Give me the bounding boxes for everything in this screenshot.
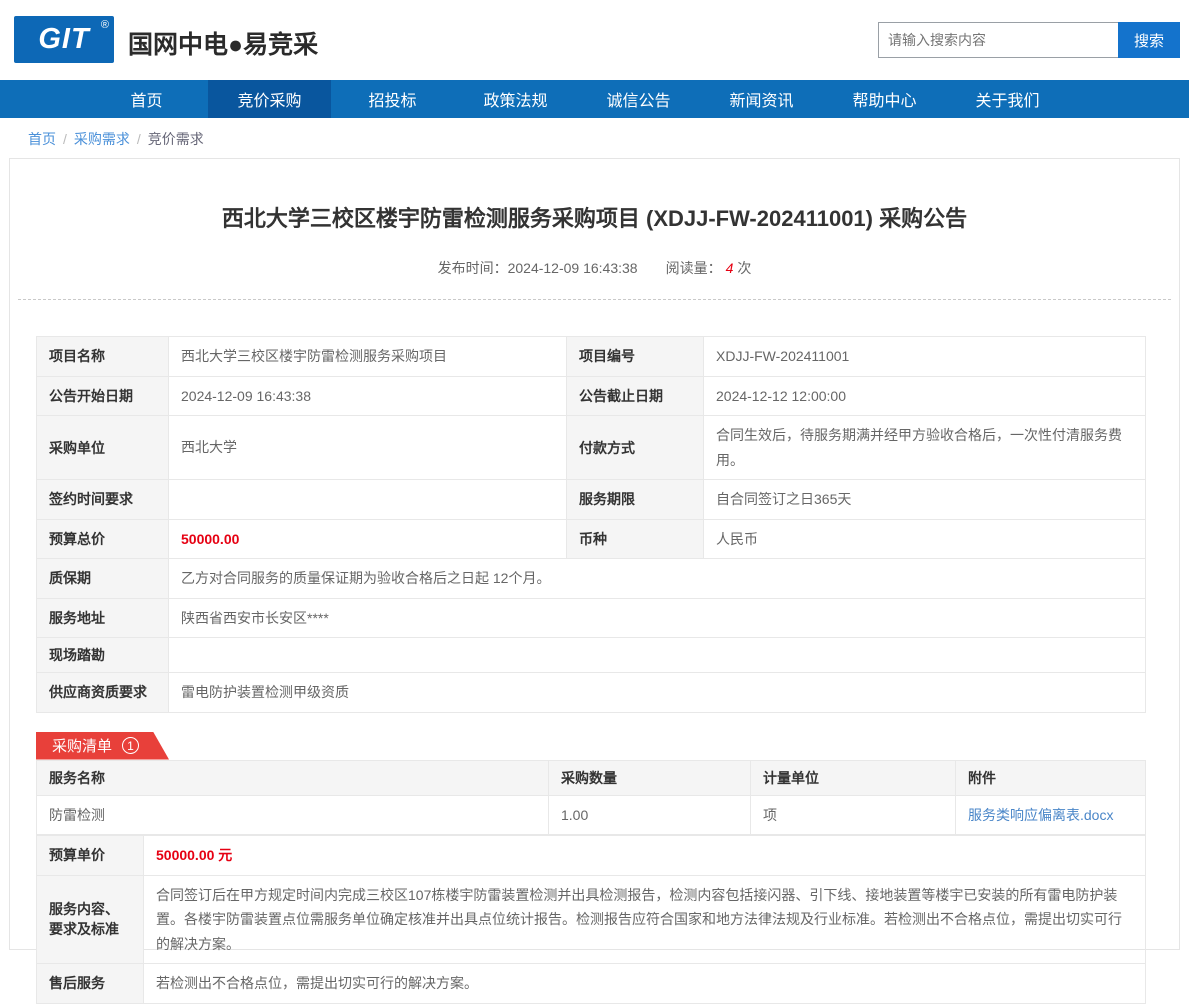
breadcrumb: 首页 / 采购需求 / 竞价需求 <box>0 118 1189 158</box>
field-value <box>169 480 567 520</box>
table-row: 现场踏勘 <box>37 638 1146 673</box>
field-label: 预算单价 <box>37 836 144 876</box>
table-row: 公告开始日期 2024-12-09 16:43:38 公告截止日期 2024-1… <box>37 376 1146 416</box>
table-row: 防雷检测 1.00 项 服务类响应偏离表.docx <box>37 795 1146 835</box>
nav-item-news[interactable]: 新闻资讯 <box>700 80 823 118</box>
purchase-list-ribbon: 采购清单 1 <box>36 732 169 760</box>
field-value: 雷电防护装置检测甲级资质 <box>169 673 1146 713</box>
search-bar: 搜索 <box>878 22 1180 58</box>
field-label: 项目名称 <box>37 337 169 377</box>
field-label: 售后服务 <box>37 964 144 1004</box>
field-label: 服务期限 <box>567 480 704 520</box>
table-row: 签约时间要求 服务期限 自合同签订之日365天 <box>37 480 1146 520</box>
site-header: GIT ® 国网中电●易竞采 搜索 <box>0 0 1189 80</box>
dashed-divider <box>18 299 1171 300</box>
table-row: 预算总价 50000.00 币种 人民币 <box>37 519 1146 559</box>
column-header-quantity: 采购数量 <box>549 760 751 795</box>
field-value: 西北大学三校区楼宇防雷检测服务采购项目 <box>169 337 567 377</box>
table-row: 服务地址 陕西省西安市长安区**** <box>37 598 1146 638</box>
notice-card: 西北大学三校区楼宇防雷检测服务采购项目 (XDJJ-FW-202411001) … <box>9 158 1180 950</box>
nav-item-policy[interactable]: 政策法规 <box>454 80 577 118</box>
views-unit: 次 <box>737 260 751 276</box>
nav-item-tender[interactable]: 招投标 <box>331 80 454 118</box>
views-label: 阅读量： <box>666 260 722 276</box>
field-label: 质保期 <box>37 559 169 599</box>
breadcrumb-separator: / <box>63 131 67 147</box>
table-row: 服务内容、要求及标准 合同签订后在甲方规定时间内完成三校区107栋楼宇防雷装置检… <box>37 875 1146 964</box>
table-header-row: 服务名称 采购数量 计量单位 附件 <box>37 760 1146 795</box>
field-value: 乙方对合同服务的质量保证期为验收合格后之日起 12个月。 <box>169 559 1146 599</box>
nav-item-bidding-purchase[interactable]: 竞价采购 <box>208 80 331 118</box>
field-label: 服务内容、要求及标准 <box>37 875 144 964</box>
item-service-name: 防雷检测 <box>37 795 549 835</box>
table-row: 采购单位 西北大学 付款方式 合同生效后，待服务期满并经甲方验收合格后，一次性付… <box>37 416 1146 480</box>
ribbon-count-badge: 1 <box>122 737 139 754</box>
field-label: 预算总价 <box>37 519 169 559</box>
field-value: 陕西省西安市长安区**** <box>169 598 1146 638</box>
table-row: 质保期 乙方对合同服务的质量保证期为验收合格后之日起 12个月。 <box>37 559 1146 599</box>
field-label: 供应商资质要求 <box>37 673 169 713</box>
budget-total-value: 50000.00 <box>169 519 567 559</box>
field-label: 项目编号 <box>567 337 704 377</box>
field-value: 自合同签订之日365天 <box>704 480 1146 520</box>
breadcrumb-home[interactable]: 首页 <box>28 131 56 147</box>
item-quantity: 1.00 <box>549 795 751 835</box>
field-label: 币种 <box>567 519 704 559</box>
views-count: 4 <box>726 260 734 276</box>
unit-price-value: 50000.00 元 <box>144 836 1146 876</box>
nav-item-integrity[interactable]: 诚信公告 <box>577 80 700 118</box>
purchase-items-table: 服务名称 采购数量 计量单位 附件 防雷检测 1.00 项 服务类响应偏离表.d… <box>36 760 1146 836</box>
page-title: 西北大学三校区楼宇防雷检测服务采购项目 (XDJJ-FW-202411001) … <box>10 201 1179 233</box>
publish-time-label: 发布时间： <box>438 260 508 276</box>
main-nav: 首页 竞价采购 招投标 政策法规 诚信公告 新闻资讯 帮助中心 关于我们 <box>0 80 1189 118</box>
table-row: 项目名称 西北大学三校区楼宇防雷检测服务采购项目 项目编号 XDJJ-FW-20… <box>37 337 1146 377</box>
after-sale-value: 若检测出不合格点位，需提出切实可行的解决方案。 <box>144 964 1146 1004</box>
registered-trademark-icon: ® <box>101 19 109 31</box>
field-value: 2024-12-09 16:43:38 <box>169 376 567 416</box>
search-button[interactable]: 搜索 <box>1118 22 1180 58</box>
ribbon-label: 采购清单 <box>52 735 112 756</box>
field-value: 2024-12-12 12:00:00 <box>704 376 1146 416</box>
column-header-unit: 计量单位 <box>751 760 956 795</box>
breadcrumb-current: 竞价需求 <box>148 131 204 147</box>
field-label: 服务地址 <box>37 598 169 638</box>
publish-meta: 发布时间：2024-12-09 16:43:38 阅读量：4次 <box>10 258 1179 278</box>
item-unit: 项 <box>751 795 956 835</box>
field-label: 付款方式 <box>567 416 704 480</box>
column-header-service-name: 服务名称 <box>37 760 549 795</box>
field-label: 采购单位 <box>37 416 169 480</box>
table-row: 预算单价 50000.00 元 <box>37 836 1146 876</box>
brand-title: 国网中电●易竞采 <box>128 25 318 61</box>
field-label: 公告开始日期 <box>37 376 169 416</box>
publish-time-value: 2024-12-09 16:43:38 <box>508 260 638 276</box>
attachment-link[interactable]: 服务类响应偏离表.docx <box>968 807 1113 823</box>
service-content-value: 合同签订后在甲方规定时间内完成三校区107栋楼宇防雷装置检测并出具检测报告，检测… <box>144 875 1146 964</box>
purchase-detail-table: 预算单价 50000.00 元 服务内容、要求及标准 合同签订后在甲方规定时间内… <box>36 835 1146 1004</box>
breadcrumb-separator: / <box>137 131 141 147</box>
column-header-attachment: 附件 <box>956 760 1146 795</box>
breadcrumb-purchase-demand[interactable]: 采购需求 <box>74 131 130 147</box>
search-input[interactable] <box>878 22 1118 58</box>
nav-item-about[interactable]: 关于我们 <box>946 80 1069 118</box>
field-label: 公告截止日期 <box>567 376 704 416</box>
field-value: 人民币 <box>704 519 1146 559</box>
field-value: XDJJ-FW-202411001 <box>704 337 1146 377</box>
field-value <box>169 638 1146 673</box>
nav-item-help[interactable]: 帮助中心 <box>823 80 946 118</box>
nav-item-home[interactable]: 首页 <box>85 80 208 118</box>
site-logo[interactable]: GIT ® <box>14 16 114 63</box>
logo-text: GIT <box>38 23 89 56</box>
field-label: 现场踏勘 <box>37 638 169 673</box>
project-info-table: 项目名称 西北大学三校区楼宇防雷检测服务采购项目 项目编号 XDJJ-FW-20… <box>36 336 1146 713</box>
field-value: 西北大学 <box>169 416 567 480</box>
field-value: 合同生效后，待服务期满并经甲方验收合格后，一次性付清服务费用。 <box>704 416 1146 480</box>
table-row: 售后服务 若检测出不合格点位，需提出切实可行的解决方案。 <box>37 964 1146 1004</box>
field-label: 签约时间要求 <box>37 480 169 520</box>
table-row: 供应商资质要求 雷电防护装置检测甲级资质 <box>37 673 1146 713</box>
